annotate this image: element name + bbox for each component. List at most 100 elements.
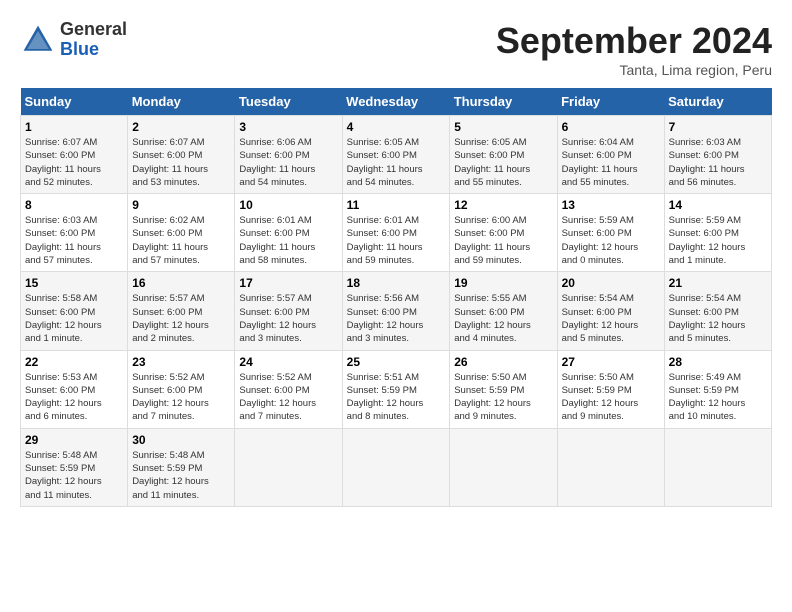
day-number: 12 xyxy=(454,198,552,212)
day-number: 30 xyxy=(132,433,230,447)
calendar-cell: 3 Sunrise: 6:06 AM Sunset: 6:00 PM Daylig… xyxy=(235,116,342,194)
calendar-cell: 1Sunrise: 6:07 AM Sunset: 6:00 PM Daylig… xyxy=(21,116,128,194)
calendar-cell xyxy=(342,428,450,506)
day-info: Sunrise: 5:50 AM Sunset: 5:59 PM Dayligh… xyxy=(562,371,660,424)
day-number: 15 xyxy=(25,276,123,290)
calendar-cell xyxy=(557,428,664,506)
day-number: 14 xyxy=(669,198,767,212)
calendar-body: 1Sunrise: 6:07 AM Sunset: 6:00 PM Daylig… xyxy=(21,116,772,507)
day-number: 22 xyxy=(25,355,123,369)
day-info: Sunrise: 5:50 AM Sunset: 5:59 PM Dayligh… xyxy=(454,371,552,424)
day-number: 5 xyxy=(454,120,552,134)
calendar-cell: 15 Sunrise: 5:58 AM Sunset: 6:00 PM Dayli… xyxy=(21,272,128,350)
calendar-week-3: 15 Sunrise: 5:58 AM Sunset: 6:00 PM Dayli… xyxy=(21,272,772,350)
day-number: 28 xyxy=(669,355,767,369)
day-info: Sunrise: 6:00 AM Sunset: 6:00 PM Dayligh… xyxy=(454,214,552,267)
day-info: Sunrise: 5:48 AM Sunset: 5:59 PM Dayligh… xyxy=(25,449,123,502)
day-info: Sunrise: 5:48 AM Sunset: 5:59 PM Dayligh… xyxy=(132,449,230,502)
calendar-cell xyxy=(235,428,342,506)
weekday-header-tuesday: Tuesday xyxy=(235,88,342,116)
day-info: Sunrise: 6:01 AM Sunset: 6:00 PM Dayligh… xyxy=(347,214,446,267)
calendar-week-4: 22 Sunrise: 5:53 AM Sunset: 6:00 PM Dayli… xyxy=(21,350,772,428)
day-info: Sunrise: 5:55 AM Sunset: 6:00 PM Dayligh… xyxy=(454,292,552,345)
day-info: Sunrise: 5:57 AM Sunset: 6:00 PM Dayligh… xyxy=(132,292,230,345)
day-number: 26 xyxy=(454,355,552,369)
day-number: 6 xyxy=(562,120,660,134)
day-info: Sunrise: 5:58 AM Sunset: 6:00 PM Dayligh… xyxy=(25,292,123,345)
calendar-cell: 29 Sunrise: 5:48 AM Sunset: 5:59 PM Dayli… xyxy=(21,428,128,506)
calendar-cell xyxy=(664,428,771,506)
day-info: Sunrise: 6:03 AM Sunset: 6:00 PM Dayligh… xyxy=(669,136,767,189)
page-header: General Blue September 2024 Tanta, Lima … xyxy=(20,20,772,78)
day-info: Sunrise: 6:06 AM Sunset: 6:00 PM Dayligh… xyxy=(239,136,337,189)
day-number: 16 xyxy=(132,276,230,290)
calendar-cell: 12 Sunrise: 6:00 AM Sunset: 6:00 PM Dayli… xyxy=(450,194,557,272)
day-number: 21 xyxy=(669,276,767,290)
day-number: 24 xyxy=(239,355,337,369)
calendar-cell: 25Sunrise: 5:51 AM Sunset: 5:59 PM Dayli… xyxy=(342,350,450,428)
day-info: Sunrise: 5:57 AM Sunset: 6:00 PM Dayligh… xyxy=(239,292,337,345)
calendar-week-1: 1Sunrise: 6:07 AM Sunset: 6:00 PM Daylig… xyxy=(21,116,772,194)
calendar-cell: 11 Sunrise: 6:01 AM Sunset: 6:00 PM Dayli… xyxy=(342,194,450,272)
day-number: 25 xyxy=(347,355,446,369)
calendar-cell: 17Sunrise: 5:57 AM Sunset: 6:00 PM Dayli… xyxy=(235,272,342,350)
calendar-cell: 16 Sunrise: 5:57 AM Sunset: 6:00 PM Dayli… xyxy=(128,272,235,350)
day-number: 19 xyxy=(454,276,552,290)
calendar-cell xyxy=(450,428,557,506)
calendar-cell: 19 Sunrise: 5:55 AM Sunset: 6:00 PM Dayli… xyxy=(450,272,557,350)
day-number: 18 xyxy=(347,276,446,290)
calendar-cell: 22 Sunrise: 5:53 AM Sunset: 6:00 PM Dayli… xyxy=(21,350,128,428)
day-number: 13 xyxy=(562,198,660,212)
calendar-cell: 18Sunrise: 5:56 AM Sunset: 6:00 PM Dayli… xyxy=(342,272,450,350)
day-number: 10 xyxy=(239,198,337,212)
calendar-cell: 9Sunrise: 6:02 AM Sunset: 6:00 PM Daylig… xyxy=(128,194,235,272)
day-info: Sunrise: 6:02 AM Sunset: 6:00 PM Dayligh… xyxy=(132,214,230,267)
day-number: 8 xyxy=(25,198,123,212)
day-number: 3 xyxy=(239,120,337,134)
day-number: 23 xyxy=(132,355,230,369)
location: Tanta, Lima region, Peru xyxy=(496,62,772,78)
calendar-cell: 21Sunrise: 5:54 AM Sunset: 6:00 PM Dayli… xyxy=(664,272,771,350)
weekday-header-friday: Friday xyxy=(557,88,664,116)
calendar-week-2: 8 Sunrise: 6:03 AM Sunset: 6:00 PM Daylig… xyxy=(21,194,772,272)
logo-general: General xyxy=(60,19,127,39)
calendar-cell: 13 Sunrise: 5:59 AM Sunset: 6:00 PM Dayli… xyxy=(557,194,664,272)
day-info: Sunrise: 5:52 AM Sunset: 6:00 PM Dayligh… xyxy=(239,371,337,424)
calendar-cell: 4 Sunrise: 6:05 AM Sunset: 6:00 PM Daylig… xyxy=(342,116,450,194)
calendar-cell: 24 Sunrise: 5:52 AM Sunset: 6:00 PM Dayli… xyxy=(235,350,342,428)
weekday-header-thursday: Thursday xyxy=(450,88,557,116)
day-number: 7 xyxy=(669,120,767,134)
day-info: Sunrise: 5:54 AM Sunset: 6:00 PM Dayligh… xyxy=(562,292,660,345)
weekday-header-monday: Monday xyxy=(128,88,235,116)
day-info: Sunrise: 6:04 AM Sunset: 6:00 PM Dayligh… xyxy=(562,136,660,189)
logo-text: General Blue xyxy=(60,20,127,60)
logo: General Blue xyxy=(20,20,127,60)
calendar-cell: 14 Sunrise: 5:59 AM Sunset: 6:00 PM Dayli… xyxy=(664,194,771,272)
day-info: Sunrise: 6:05 AM Sunset: 6:00 PM Dayligh… xyxy=(347,136,446,189)
day-number: 20 xyxy=(562,276,660,290)
calendar-week-5: 29 Sunrise: 5:48 AM Sunset: 5:59 PM Dayli… xyxy=(21,428,772,506)
day-number: 4 xyxy=(347,120,446,134)
day-info: Sunrise: 5:59 AM Sunset: 6:00 PM Dayligh… xyxy=(669,214,767,267)
month-title: September 2024 xyxy=(496,20,772,62)
calendar-cell: 7 Sunrise: 6:03 AM Sunset: 6:00 PM Daylig… xyxy=(664,116,771,194)
day-number: 11 xyxy=(347,198,446,212)
day-number: 27 xyxy=(562,355,660,369)
day-info: Sunrise: 5:52 AM Sunset: 6:00 PM Dayligh… xyxy=(132,371,230,424)
day-info: Sunrise: 6:07 AM Sunset: 6:00 PM Dayligh… xyxy=(132,136,230,189)
calendar-cell: 23 Sunrise: 5:52 AM Sunset: 6:00 PM Dayli… xyxy=(128,350,235,428)
calendar-cell: 30 Sunrise: 5:48 AM Sunset: 5:59 PM Dayli… xyxy=(128,428,235,506)
weekday-header-saturday: Saturday xyxy=(664,88,771,116)
calendar-cell: 26 Sunrise: 5:50 AM Sunset: 5:59 PM Dayli… xyxy=(450,350,557,428)
calendar-cell: 28 Sunrise: 5:49 AM Sunset: 5:59 PM Dayli… xyxy=(664,350,771,428)
day-info: Sunrise: 5:53 AM Sunset: 6:00 PM Dayligh… xyxy=(25,371,123,424)
day-info: Sunrise: 6:03 AM Sunset: 6:00 PM Dayligh… xyxy=(25,214,123,267)
title-area: September 2024 Tanta, Lima region, Peru xyxy=(496,20,772,78)
calendar-cell: 27 Sunrise: 5:50 AM Sunset: 5:59 PM Dayli… xyxy=(557,350,664,428)
day-info: Sunrise: 6:01 AM Sunset: 6:00 PM Dayligh… xyxy=(239,214,337,267)
weekday-header-row: SundayMondayTuesdayWednesdayThursdayFrid… xyxy=(21,88,772,116)
day-info: Sunrise: 5:49 AM Sunset: 5:59 PM Dayligh… xyxy=(669,371,767,424)
calendar-cell: 5Sunrise: 6:05 AM Sunset: 6:00 PM Daylig… xyxy=(450,116,557,194)
day-number: 29 xyxy=(25,433,123,447)
day-info: Sunrise: 5:59 AM Sunset: 6:00 PM Dayligh… xyxy=(562,214,660,267)
